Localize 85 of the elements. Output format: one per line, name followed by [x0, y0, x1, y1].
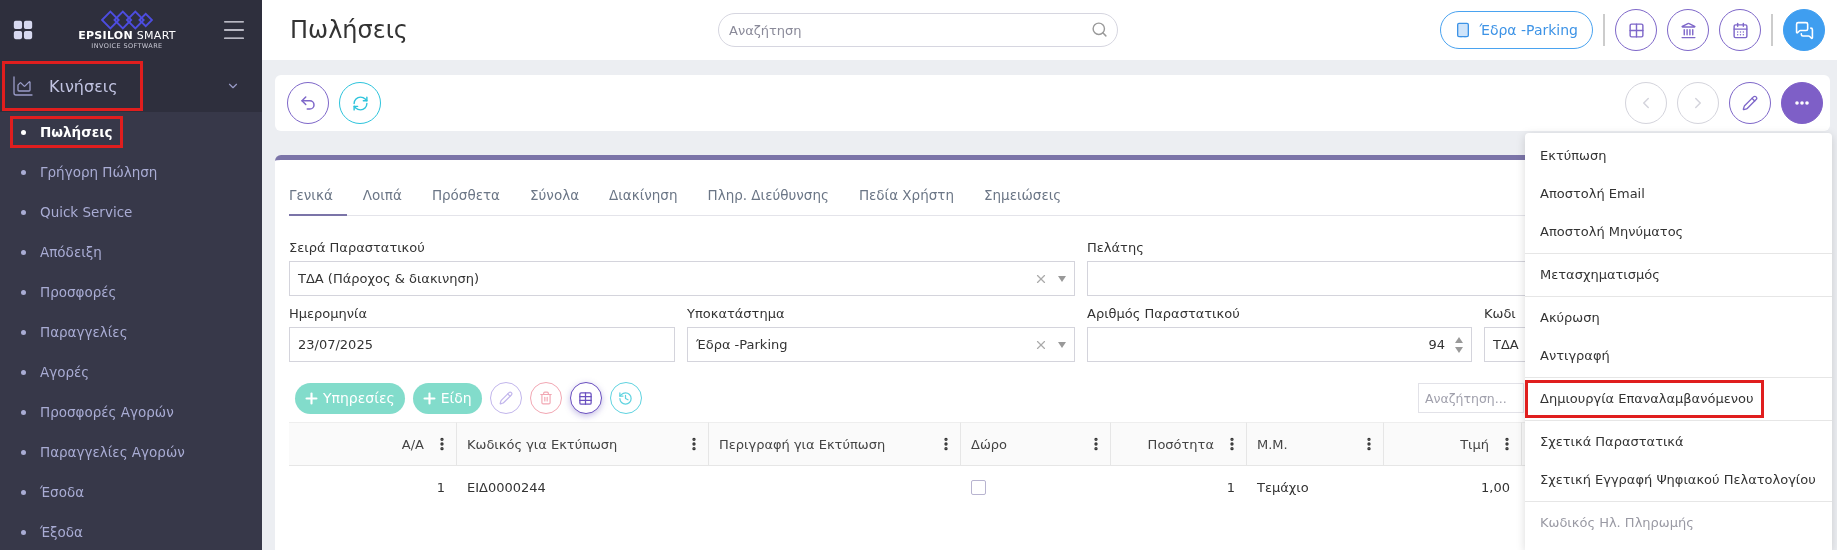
grid-icon: [1627, 21, 1645, 39]
select-field[interactable]: Έδρα -Parking: [687, 327, 1075, 362]
menu-item[interactable]: Δημιουργία Επαναλαμβανόμενου: [1525, 380, 1765, 418]
gift-checkbox[interactable]: [971, 479, 986, 495]
input-field[interactable]: 23/07/2025: [289, 327, 675, 362]
column-header[interactable]: Ποσότητα: [1111, 422, 1247, 466]
table-cell-text: 1,00: [1480, 478, 1511, 497]
more-icon: [1795, 101, 1809, 105]
back-button[interactable]: [287, 82, 329, 124]
tab[interactable]: Διακίνηση: [609, 176, 692, 216]
menu-item[interactable]: Αποστολή Email: [1525, 175, 1656, 213]
field-label: Πελάτης: [1087, 240, 1144, 255]
table-cell-text: ΕΙΔ0000244: [466, 478, 547, 497]
calendar-icon: [1731, 21, 1749, 39]
sidebar-item[interactable]: Προσφορές Αγορών: [10, 396, 185, 428]
history-icon: [618, 390, 634, 406]
search-field[interactable]: Αναζήτηση: [718, 13, 1118, 47]
menu-item[interactable]: Εκτύπωση: [1525, 137, 1618, 175]
page-title: Πωλήσεις: [290, 16, 409, 44]
column-header[interactable]: Τιμή: [1384, 422, 1522, 466]
trash-icon: [538, 391, 553, 405]
select-field[interactable]: ΤΔΑ (Πάροχος & διακινηση): [289, 261, 1075, 296]
edit-button[interactable]: [1729, 82, 1771, 124]
menu-item[interactable]: Αντιγραφή: [1525, 337, 1621, 375]
tab[interactable]: Πρόσθετα: [431, 176, 514, 216]
field-label: Κωδι: [1484, 306, 1516, 321]
number-field[interactable]: 94: [1087, 327, 1472, 362]
table-icon: [578, 390, 594, 406]
pencil-icon: [498, 391, 513, 405]
logo-name: EPSILON SMART: [78, 30, 176, 42]
field-label: Υποκατάστημα: [687, 306, 785, 321]
sidebar-item[interactable]: Γρήγορη Πώληση: [10, 156, 169, 188]
sidebar-item[interactable]: Έσοδα: [10, 476, 96, 508]
calendar-button[interactable]: [1719, 9, 1761, 51]
menu-item[interactable]: Σχετική Εγγραφή Ψηφιακού Πελατολογίου: [1525, 461, 1827, 499]
logo-icon: [101, 10, 153, 30]
sidebar-item[interactable]: Αγορές: [10, 356, 101, 388]
section-toggle[interactable]: Κινήσεις: [2, 61, 143, 111]
sidebar-item[interactable]: Quick Service: [10, 196, 144, 228]
tab[interactable]: Σύνολα: [530, 176, 594, 216]
undo-arrow-icon: [299, 94, 317, 112]
sidebar-item[interactable]: Πωλήσεις: [10, 116, 124, 148]
menu-item[interactable]: Αποστολή Μηνύματος: [1525, 213, 1695, 251]
tab[interactable]: Γενικά: [289, 176, 347, 216]
sidebar-item[interactable]: Παραγγελίες Αγορών: [10, 436, 196, 468]
column-header[interactable]: Περιγραφή για Εκτύπωση: [709, 422, 961, 466]
more-button[interactable]: [1781, 82, 1823, 124]
apps-grid-icon[interactable]: [12, 19, 34, 41]
menu-item[interactable]: Μετασχηματισμός: [1525, 256, 1671, 294]
dropdown-arrow-icon: [1058, 341, 1066, 348]
search-icon: [1091, 21, 1108, 38]
sidebar-item[interactable]: Απόδειξη: [10, 236, 113, 268]
bank-icon: [1679, 21, 1697, 39]
table-view-button[interactable]: [569, 382, 602, 414]
column-header[interactable]: Δώρο: [961, 422, 1111, 466]
tab[interactable]: Λοιπά: [362, 176, 416, 216]
table-cell-text: 1: [435, 478, 446, 497]
sidebar-item[interactable]: Παραγγελίες: [10, 316, 139, 348]
column-header[interactable]: Α/Α: [289, 422, 457, 466]
field-label: Σειρά Παραστατικού: [289, 240, 425, 255]
table-cell-text: 1: [1225, 478, 1236, 497]
chat-button[interactable]: [1783, 9, 1825, 51]
plus-icon: [303, 389, 320, 407]
refresh-icon: [351, 94, 369, 112]
chat-icon: [1794, 20, 1814, 40]
grid-button[interactable]: [1615, 9, 1657, 51]
sidebar-item[interactable]: Έξοδα: [10, 516, 95, 548]
tab[interactable]: Πεδία Χρήστη: [858, 176, 968, 216]
field-label: Αριθμός Παραστατικού: [1087, 306, 1240, 321]
dropdown-arrow-icon: [1058, 275, 1066, 282]
tab[interactable]: Πληρ. Διεύθυνσης: [707, 176, 843, 216]
grid-search-field[interactable]: Αναζήτηση...: [1418, 383, 1524, 413]
field-label: Ημερομηνία: [289, 306, 368, 321]
refresh-button[interactable]: [339, 82, 381, 124]
tab[interactable]: Σημειώσεις: [984, 176, 1076, 216]
bank-button[interactable]: [1667, 9, 1709, 51]
column-header[interactable]: Μ.Μ.: [1247, 422, 1384, 466]
sidebar-item[interactable]: Προσφορές: [10, 276, 128, 308]
table-cell-text: Τεμάχιο: [1256, 478, 1310, 497]
menu-item[interactable]: Ακύρωση: [1525, 299, 1611, 337]
area-chart-icon: [11, 74, 35, 98]
pencil-icon: [1742, 95, 1758, 111]
plus-icon: [420, 389, 438, 407]
column-header[interactable]: Κωδικός για Εκτύπωση: [457, 422, 709, 466]
spinner-arrows-icon: [1455, 336, 1463, 353]
